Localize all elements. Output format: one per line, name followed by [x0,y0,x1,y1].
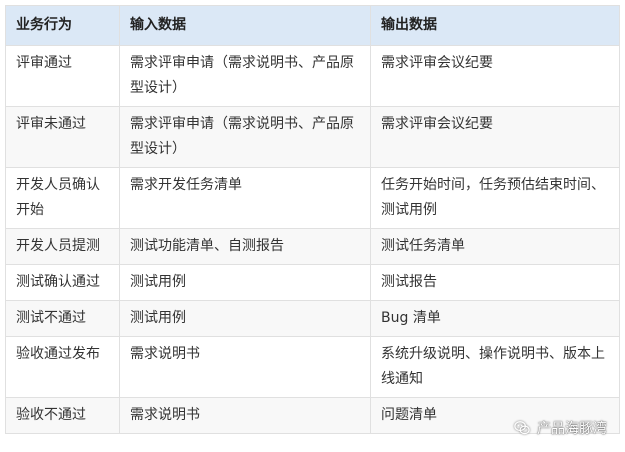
table-cell: 需求评审会议纪要 [370,45,620,107]
table-row: 测试不通过 测试用例 Bug 清单 [5,300,620,337]
table-row: 开发人员提测 测试功能清单、自测报告 测试任务清单 [5,228,620,265]
table-cell: 测试任务清单 [370,228,620,265]
table-cell: 测试功能清单、自测报告 [119,228,371,265]
table-cell: 开发人员提测 [5,228,120,265]
watermark-text: 产品海豚湾 [537,421,607,437]
table-cell: Bug 清单 [370,300,620,337]
table-cell: 验收通过发布 [5,336,120,398]
table-cell: 测试用例 [119,300,371,337]
table-cell: 需求说明书 [119,336,371,398]
table-cell: 需求评审申请（需求说明书、产品原型设计） [119,106,371,168]
table-row: 评审通过 需求评审申请（需求说明书、产品原型设计） 需求评审会议纪要 [5,45,620,107]
table-cell: 测试报告 [370,264,620,301]
table-row: 开发人员确认开始 需求开发任务清单 任务开始时间，任务预估结束时间、测试用例 [5,167,620,229]
table-cell: 需求评审申请（需求说明书、产品原型设计） [119,45,371,107]
table-cell: 测试确认通过 [5,264,120,301]
table-cell: 需求评审会议纪要 [370,106,620,168]
table-cell: 开发人员确认开始 [5,167,120,229]
table-cell: 需求开发任务清单 [119,167,371,229]
table-row: 评审未通过 需求评审申请（需求说明书、产品原型设计） 需求评审会议纪要 [5,106,620,168]
table-row: 测试确认通过 测试用例 测试报告 [5,264,620,301]
watermark: 产品海豚湾 [513,418,607,438]
business-data-table: 业务行为 输入数据 输出数据 评审通过 需求评审申请（需求说明书、产品原型设计）… [5,5,620,434]
header-row: 业务行为 输入数据 输出数据 [5,5,620,46]
table-header: 业务行为 输入数据 输出数据 [5,5,620,46]
column-header-input-data: 输入数据 [119,5,371,46]
table-cell: 需求说明书 [119,397,371,434]
table-cell: 任务开始时间，任务预估结束时间、测试用例 [370,167,620,229]
data-table-container: 业务行为 输入数据 输出数据 评审通过 需求评审申请（需求说明书、产品原型设计）… [5,5,620,434]
table-body: 评审通过 需求评审申请（需求说明书、产品原型设计） 需求评审会议纪要 评审未通过… [5,45,620,434]
table-cell: 测试用例 [119,264,371,301]
table-cell: 评审通过 [5,45,120,107]
column-header-business-action: 业务行为 [5,5,120,46]
table-cell: 系统升级说明、操作说明书、版本上线通知 [370,336,620,398]
column-header-output-data: 输出数据 [370,5,620,46]
table-cell: 评审未通过 [5,106,120,168]
wechat-icon [514,421,530,435]
table-row: 验收通过发布 需求说明书 系统升级说明、操作说明书、版本上线通知 [5,336,620,398]
table-cell: 验收不通过 [5,397,120,434]
table-cell: 测试不通过 [5,300,120,337]
